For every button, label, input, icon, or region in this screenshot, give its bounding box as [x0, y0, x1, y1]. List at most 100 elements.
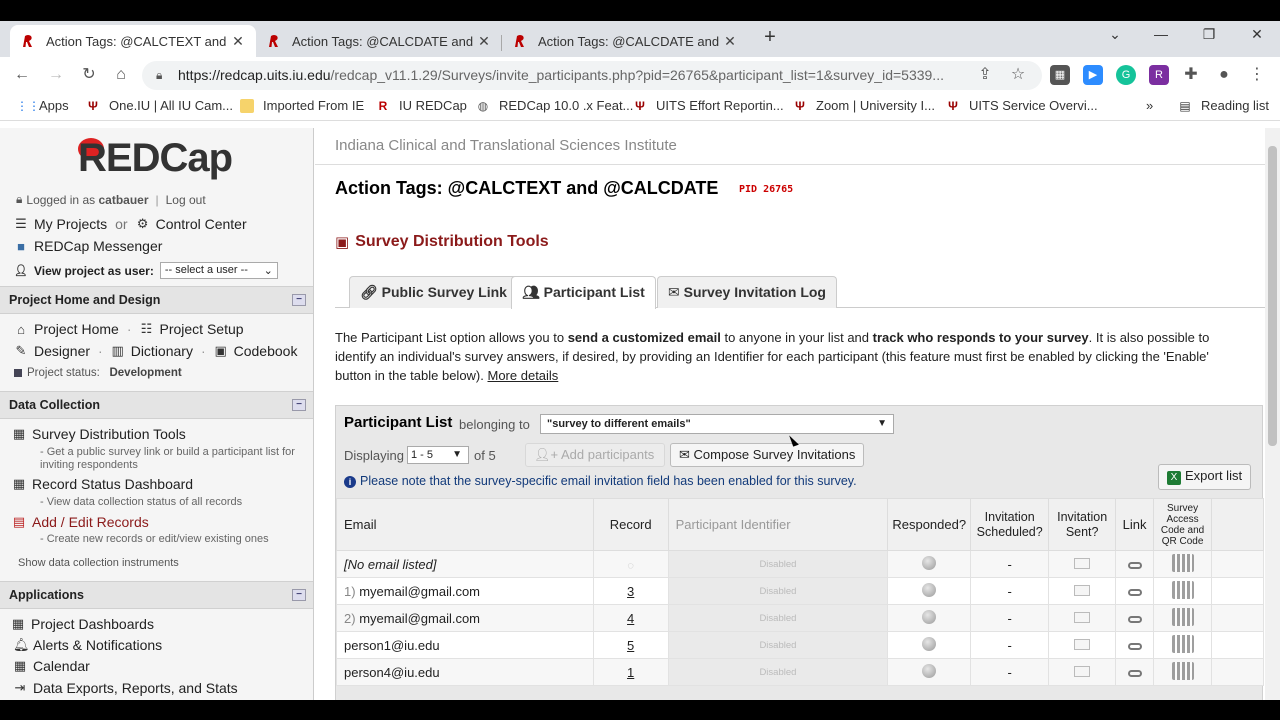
tab-participant-list[interactable]: 👥︎ Participant List: [511, 276, 656, 309]
link-cell[interactable]: [1115, 658, 1155, 686]
col-email[interactable]: Email: [336, 498, 594, 551]
bookmarks-overflow-button[interactable]: »: [1146, 98, 1153, 113]
login-info: 🔒︎ Logged in as catbauer | Log out: [16, 192, 206, 207]
users-icon: 👥︎: [522, 284, 544, 300]
main-content: Indiana Clinical and Translational Scien…: [315, 128, 1265, 700]
link-cell[interactable]: [1115, 550, 1155, 578]
record-link[interactable]: 4: [627, 611, 634, 626]
redcap-logo[interactable]: REDCap: [78, 136, 233, 181]
qr-cell[interactable]: [1153, 550, 1213, 578]
extension-r-icon[interactable]: R: [1149, 65, 1169, 85]
bookmark-uits-service[interactable]: Ψ UITS Service Overvi...: [946, 98, 1097, 113]
collapse-icon[interactable]: −: [292, 589, 306, 601]
profile-avatar-icon[interactable]: ●: [1212, 63, 1236, 87]
designer-link[interactable]: Designer: [34, 343, 90, 359]
collapse-icon[interactable]: −: [292, 399, 306, 411]
address-bar[interactable]: 🔒︎ https://redcap.uits.iu.edu/redcap_v11…: [142, 61, 1042, 90]
minimize-icon[interactable]: —: [1146, 26, 1176, 42]
bookmark-imported[interactable]: Imported From IE: [240, 98, 364, 113]
qr-code-icon: [1171, 580, 1194, 599]
record-link[interactable]: 5: [627, 638, 634, 653]
qr-cell[interactable]: [1153, 577, 1213, 605]
bookmark-uits-effort[interactable]: Ψ UITS Effort Reportin...: [633, 98, 784, 113]
browser-tab-3[interactable]: Action Tags: @CALCDATE and @CALCDATE ✕: [502, 25, 748, 57]
tab-search-icon[interactable]: ⌄: [1100, 26, 1130, 43]
qr-cell[interactable]: [1153, 658, 1213, 686]
record-link[interactable]: 1: [627, 665, 634, 680]
page-range-select[interactable]: 1 - 5 ▼: [407, 446, 469, 464]
bookmark-star-icon[interactable]: ☆: [1006, 63, 1030, 87]
project-setup-link[interactable]: Project Setup: [159, 321, 243, 337]
survey-tools-link[interactable]: Survey Distribution Tools: [32, 426, 186, 442]
collapse-icon[interactable]: −: [292, 294, 306, 306]
more-details-link[interactable]: More details: [488, 368, 559, 383]
forward-icon[interactable]: →: [44, 63, 68, 87]
project-dashboards-link[interactable]: Project Dashboards: [31, 616, 154, 632]
qr-code-icon: [1171, 607, 1194, 626]
col-scheduled[interactable]: Invitation Scheduled?: [970, 498, 1050, 551]
dot-separator: ·: [98, 343, 103, 359]
share-icon[interactable]: ⇪: [973, 63, 997, 87]
grammarly-icon[interactable]: G: [1116, 65, 1136, 85]
data-exports-link[interactable]: Data Exports, Reports, and Stats: [33, 680, 238, 696]
bookmark-oneiu[interactable]: Ψ One.IU | All IU Cam...: [86, 98, 233, 113]
close-tab-icon[interactable]: ✕: [722, 33, 738, 50]
close-tab-icon[interactable]: ✕: [230, 33, 246, 50]
extensions-puzzle-icon[interactable]: ✚: [1179, 63, 1203, 87]
reading-list-button[interactable]: ▤ Reading list: [1178, 98, 1269, 113]
record-status-link[interactable]: Record Status Dashboard: [32, 476, 193, 492]
reload-icon[interactable]: ↻: [77, 63, 101, 87]
survey-select[interactable]: "survey to different emails" ▼: [540, 414, 894, 434]
show-instruments-link[interactable]: Show data collection instruments: [18, 557, 179, 569]
my-projects-link[interactable]: My Projects: [34, 216, 107, 232]
dictionary-link[interactable]: Dictionary: [131, 343, 193, 359]
bookmark-zoom[interactable]: Ψ Zoom | University I...: [793, 98, 935, 113]
add-participants-button[interactable]: 👤︎+ Add participants: [525, 443, 665, 467]
link-cell[interactable]: [1115, 631, 1155, 659]
link-cell[interactable]: [1115, 577, 1155, 605]
control-center-link[interactable]: Control Center: [156, 216, 247, 232]
table-row: person4@iu.edu 1 Disabled -: [336, 658, 1264, 686]
zoom-extension-icon[interactable]: ▶: [1083, 65, 1103, 85]
chevron-down-icon: ⌄: [263, 265, 273, 277]
gray-circle-icon: [922, 582, 937, 597]
add-edit-records-link[interactable]: Add / Edit Records: [32, 514, 149, 530]
link-cell[interactable]: [1115, 604, 1155, 632]
browser-tab-2[interactable]: Action Tags: @CALCDATE and @CALCDATE ✕: [256, 25, 502, 57]
home-icon[interactable]: ⌂: [109, 63, 133, 87]
restore-icon[interactable]: ❐: [1194, 26, 1224, 43]
col-responded[interactable]: Responded?: [887, 498, 972, 551]
bookmark-redcap-features[interactable]: ◍ REDCap 10.0 .x Feat...: [476, 98, 634, 113]
tab-public-survey-link[interactable]: 🔗︎ Public Survey Link: [349, 276, 518, 308]
export-list-button[interactable]: X Export list: [1158, 464, 1252, 490]
app-alerts-line: 🔔︎ Alerts & Notifications: [13, 637, 162, 653]
qr-cell[interactable]: [1153, 631, 1213, 659]
codebook-link[interactable]: Codebook: [234, 343, 298, 359]
record-link[interactable]: 3: [627, 584, 634, 599]
close-window-icon[interactable]: ✕: [1242, 26, 1272, 43]
col-sent[interactable]: Invitation Sent?: [1048, 498, 1117, 551]
calendar-link[interactable]: Calendar: [33, 658, 90, 674]
view-as-select[interactable]: -- select a user -- ⌄: [159, 262, 278, 279]
menu-kebab-icon[interactable]: ⋮: [1245, 63, 1269, 87]
new-tab-icon[interactable]: +: [760, 26, 780, 49]
alerts-link[interactable]: Alerts & Notifications: [33, 637, 162, 653]
back-icon[interactable]: ←: [10, 63, 34, 87]
browser-tab-1[interactable]: Action Tags: @CALCTEXT and @CALCDATE ✕: [10, 25, 256, 57]
book-icon: ▥: [111, 343, 124, 358]
bookmark-apps[interactable]: ⋮⋮ Apps: [16, 98, 69, 113]
tab-survey-invitation-log[interactable]: ✉ Survey Invitation Log: [657, 276, 837, 308]
tab-title: Action Tags: @CALCDATE and @CALCDATE: [292, 33, 476, 49]
compose-invitations-button[interactable]: ✉ Compose Survey Invitations: [670, 443, 865, 467]
bookmark-iu-redcap[interactable]: R IU REDCap: [376, 98, 467, 113]
page-scrollbar[interactable]: [1265, 128, 1280, 700]
sent-cell: [1048, 550, 1117, 578]
logout-link[interactable]: Log out: [166, 193, 206, 207]
qr-cell[interactable]: [1153, 604, 1213, 632]
messenger-link[interactable]: REDCap Messenger: [34, 238, 162, 254]
project-home-link[interactable]: Project Home: [34, 321, 119, 337]
col-record[interactable]: Record: [592, 498, 669, 551]
scrollbar-thumb[interactable]: [1268, 146, 1277, 446]
extension-icon[interactable]: ▦: [1050, 65, 1070, 85]
close-tab-icon[interactable]: ✕: [476, 33, 492, 50]
